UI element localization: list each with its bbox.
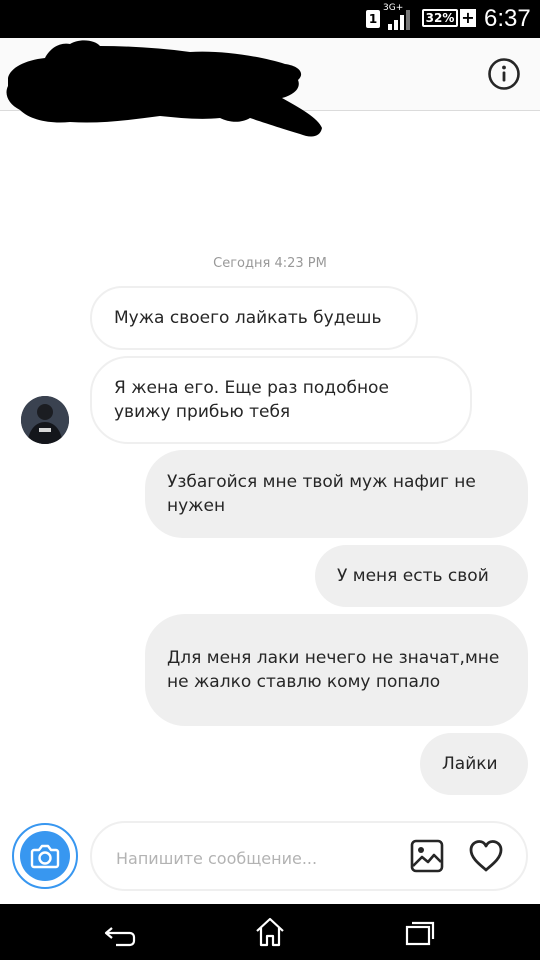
heart-icon[interactable] <box>468 839 504 873</box>
image-icon[interactable] <box>410 839 444 873</box>
battery-level: 32% <box>422 9 458 27</box>
clock: 6:37 <box>484 5 531 32</box>
recent-apps-icon[interactable] <box>404 918 436 948</box>
message-bubble-outgoing[interactable]: У меня есть свой <box>315 545 528 607</box>
message-bubble-incoming[interactable]: Мужа своего лайкать будешь <box>90 286 418 350</box>
home-icon[interactable] <box>254 916 286 948</box>
message-bubble-outgoing[interactable]: Узбагойся мне твой муж нафиг не нужен <box>145 450 528 538</box>
message-bubble-incoming[interactable]: Я жена его. Еще раз подобное увижу прибь… <box>90 356 472 444</box>
signal-icon <box>388 10 410 30</box>
system-nav-bar <box>0 904 540 960</box>
message-text: У меня есть свой <box>337 566 489 586</box>
charging-indicator: + <box>460 8 476 27</box>
redacted-username <box>6 40 322 137</box>
camera-button[interactable] <box>12 823 78 889</box>
sim-slot-indicator: 1 <box>366 10 380 28</box>
back-icon[interactable] <box>104 918 138 948</box>
message-text: Для меня лаки нечего не значат,мне не жа… <box>167 648 500 692</box>
message-bubble-outgoing[interactable]: Для меня лаки нечего не значат,мне не жа… <box>145 614 528 726</box>
message-text: Узбагойся мне твой муж нафиг не нужен <box>167 472 476 516</box>
info-circle-icon[interactable] <box>487 57 521 91</box>
message-text: Лайки <box>442 754 498 774</box>
conversation-timestamp: Сегодня 4:23 PM <box>213 256 327 271</box>
message-input[interactable] <box>114 845 388 871</box>
message-bubble-outgoing[interactable]: Лайки <box>420 733 528 795</box>
camera-icon <box>30 844 60 869</box>
camera-button-fill <box>20 831 70 881</box>
status-bar: 1 3G+ 32% + 6:37 <box>0 0 540 38</box>
message-text: Мужа своего лайкать будешь <box>114 308 382 328</box>
message-text: Я жена его. Еще раз подобное увижу прибь… <box>114 378 389 422</box>
avatar[interactable] <box>21 396 69 444</box>
message-composer <box>90 821 528 891</box>
avatar-image <box>21 396 69 444</box>
